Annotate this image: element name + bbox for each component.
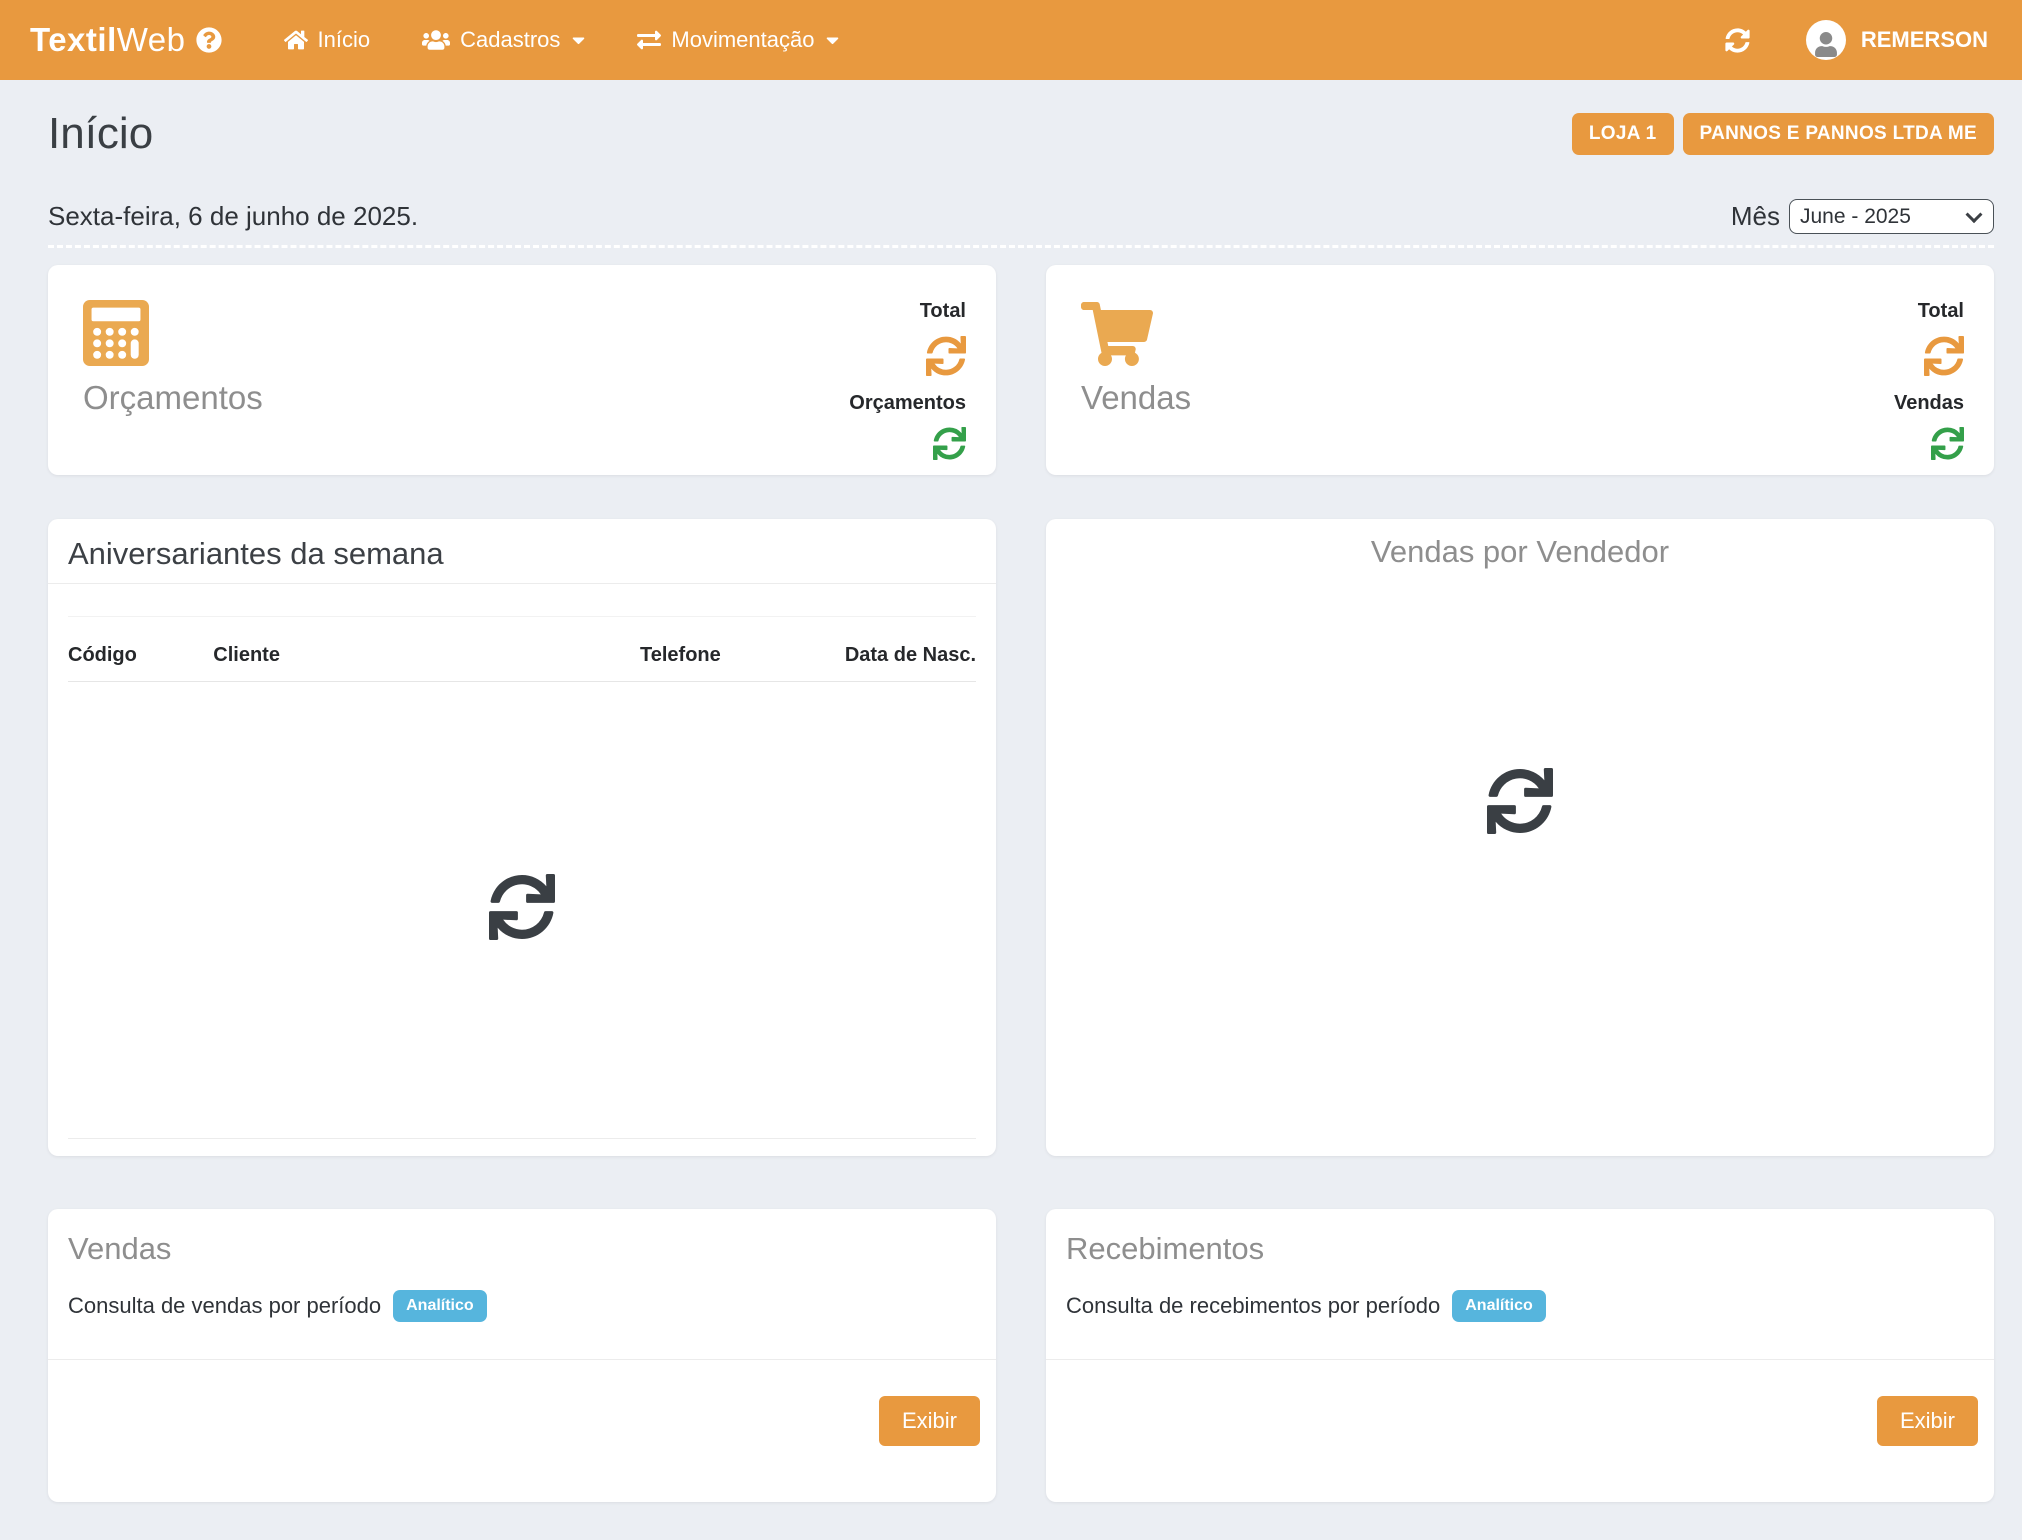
column-header-telefone: Telefone: [640, 616, 822, 681]
report-description: Consulta de vendas por período: [68, 1293, 381, 1319]
table-spacer-row: [68, 584, 976, 616]
top-navbar: TextilWeb Início Cadastros Movimentação …: [0, 0, 2022, 80]
column-header-data-nasc: Data de Nasc.: [822, 616, 976, 681]
sales-report-footer: Exibir: [48, 1359, 996, 1502]
caret-down-icon: [826, 30, 839, 50]
metric-label: Vendas: [1894, 392, 1964, 415]
company-button[interactable]: PANNOS E PANNOS LTDA ME: [1683, 113, 1994, 155]
nav-menu: Início Cadastros Movimentação: [284, 27, 840, 53]
column-header-codigo: Código: [68, 616, 213, 681]
sales-report-body: Vendas Consulta de vendas por período An…: [48, 1209, 996, 1359]
loading-sync-icon: [1924, 336, 1964, 376]
current-date: Sexta-feira, 6 de junho de 2025.: [48, 201, 418, 232]
budgets-summary-right: Total Orçamentos: [849, 300, 966, 475]
sales-summary-right: Total Vendas: [1894, 300, 1964, 475]
reports-row: Vendas Consulta de vendas por período An…: [48, 1209, 1994, 1502]
report-description-row: Consulta de recebimentos por período Ana…: [1066, 1290, 1974, 1322]
loading-sync-icon: [926, 336, 966, 376]
users-icon: [422, 28, 450, 52]
vendor-sales-panel: Vendas por Vendedor: [1046, 519, 1994, 1156]
birthdays-table: Código Cliente Telefone Data de Nasc.: [68, 584, 976, 1139]
refresh-icon[interactable]: [1725, 28, 1750, 53]
shopping-cart-icon: [1081, 302, 1153, 366]
month-select-wrap: June - 2025: [1789, 199, 1994, 234]
month-select[interactable]: June - 2025: [1789, 199, 1994, 234]
vendor-sales-title: Vendas por Vendedor: [1371, 519, 1669, 570]
nav-item-inicio[interactable]: Início: [284, 27, 371, 53]
sales-summary-card: Vendas Total Vendas: [1046, 265, 1994, 475]
report-description-row: Consulta de vendas por período Analítico: [68, 1290, 976, 1322]
receipts-report-card: Recebimentos Consulta de recebimentos po…: [1046, 1209, 1994, 1502]
analytic-badge: Analítico: [1452, 1290, 1546, 1322]
report-title: Recebimentos: [1066, 1231, 1974, 1267]
budgets-summary-card: Orçamentos Total Orçamentos: [48, 265, 996, 475]
exchange-icon: [637, 28, 661, 52]
column-header-cliente: Cliente: [213, 616, 640, 681]
total-label: Total: [1918, 300, 1964, 323]
table-loading-row: [68, 681, 976, 1138]
budgets-card-title: Orçamentos: [83, 379, 263, 417]
brand-text: TextilWeb: [30, 21, 186, 59]
calculator-icon: [83, 300, 149, 366]
loading-sync-icon: [933, 427, 966, 460]
loading-sync-icon: [489, 874, 555, 940]
report-description: Consulta de recebimentos por período: [1066, 1293, 1440, 1319]
metric-label: Orçamentos: [849, 392, 966, 415]
show-button[interactable]: Exibir: [1877, 1396, 1978, 1446]
avatar[interactable]: [1806, 20, 1846, 60]
total-label: Total: [920, 300, 966, 323]
page-header: Início LOJA 1 PANNOS E PANNOS LTDA ME: [48, 109, 1994, 159]
show-button[interactable]: Exibir: [879, 1396, 980, 1446]
loading-sync-icon: [1487, 768, 1553, 834]
table-header-row: Código Cliente Telefone Data de Nasc.: [68, 616, 976, 681]
caret-down-icon: [572, 30, 585, 50]
page-title: Início: [48, 109, 153, 159]
report-title: Vendas: [68, 1231, 976, 1267]
receipts-report-body: Recebimentos Consulta de recebimentos po…: [1046, 1209, 1994, 1359]
receipts-report-footer: Exibir: [1046, 1359, 1994, 1502]
store-button[interactable]: LOJA 1: [1572, 113, 1674, 155]
sales-report-card: Vendas Consulta de vendas por período An…: [48, 1209, 996, 1502]
nav-item-label: Início: [318, 27, 371, 53]
sales-summary-left: Vendas: [1081, 300, 1191, 475]
nav-item-movimentacao[interactable]: Movimentação: [637, 27, 839, 53]
analytic-badge: Analítico: [393, 1290, 487, 1322]
brand-logo[interactable]: TextilWeb: [30, 21, 222, 59]
nav-item-label: Cadastros: [460, 27, 560, 53]
panels-row: Aniversariantes da semana Código Cliente…: [48, 519, 1994, 1156]
nav-item-label: Movimentação: [671, 27, 814, 53]
date-row: Sexta-feira, 6 de junho de 2025. Mês Jun…: [48, 199, 1994, 248]
nav-item-cadastros[interactable]: Cadastros: [422, 27, 585, 53]
avatar-person-icon: [1815, 32, 1837, 57]
page-content: Início LOJA 1 PANNOS E PANNOS LTDA ME Se…: [0, 80, 2022, 1502]
budgets-summary-left: Orçamentos: [83, 300, 263, 475]
summary-row: Orçamentos Total Orçamentos Vendas Total…: [48, 265, 1994, 475]
month-filter: Mês June - 2025: [1731, 199, 1994, 234]
loading-sync-icon: [1931, 427, 1964, 460]
sales-card-title: Vendas: [1081, 379, 1191, 417]
question-circle-icon[interactable]: [196, 27, 222, 53]
user-name[interactable]: REMERSON: [1861, 27, 1988, 53]
birthdays-panel: Aniversariantes da semana Código Cliente…: [48, 519, 996, 1156]
birthdays-panel-title: Aniversariantes da semana: [48, 519, 996, 584]
home-icon: [284, 28, 308, 52]
month-label: Mês: [1731, 201, 1780, 232]
header-buttons: LOJA 1 PANNOS E PANNOS LTDA ME: [1572, 113, 1994, 155]
nav-right: REMERSON: [1725, 20, 1988, 60]
